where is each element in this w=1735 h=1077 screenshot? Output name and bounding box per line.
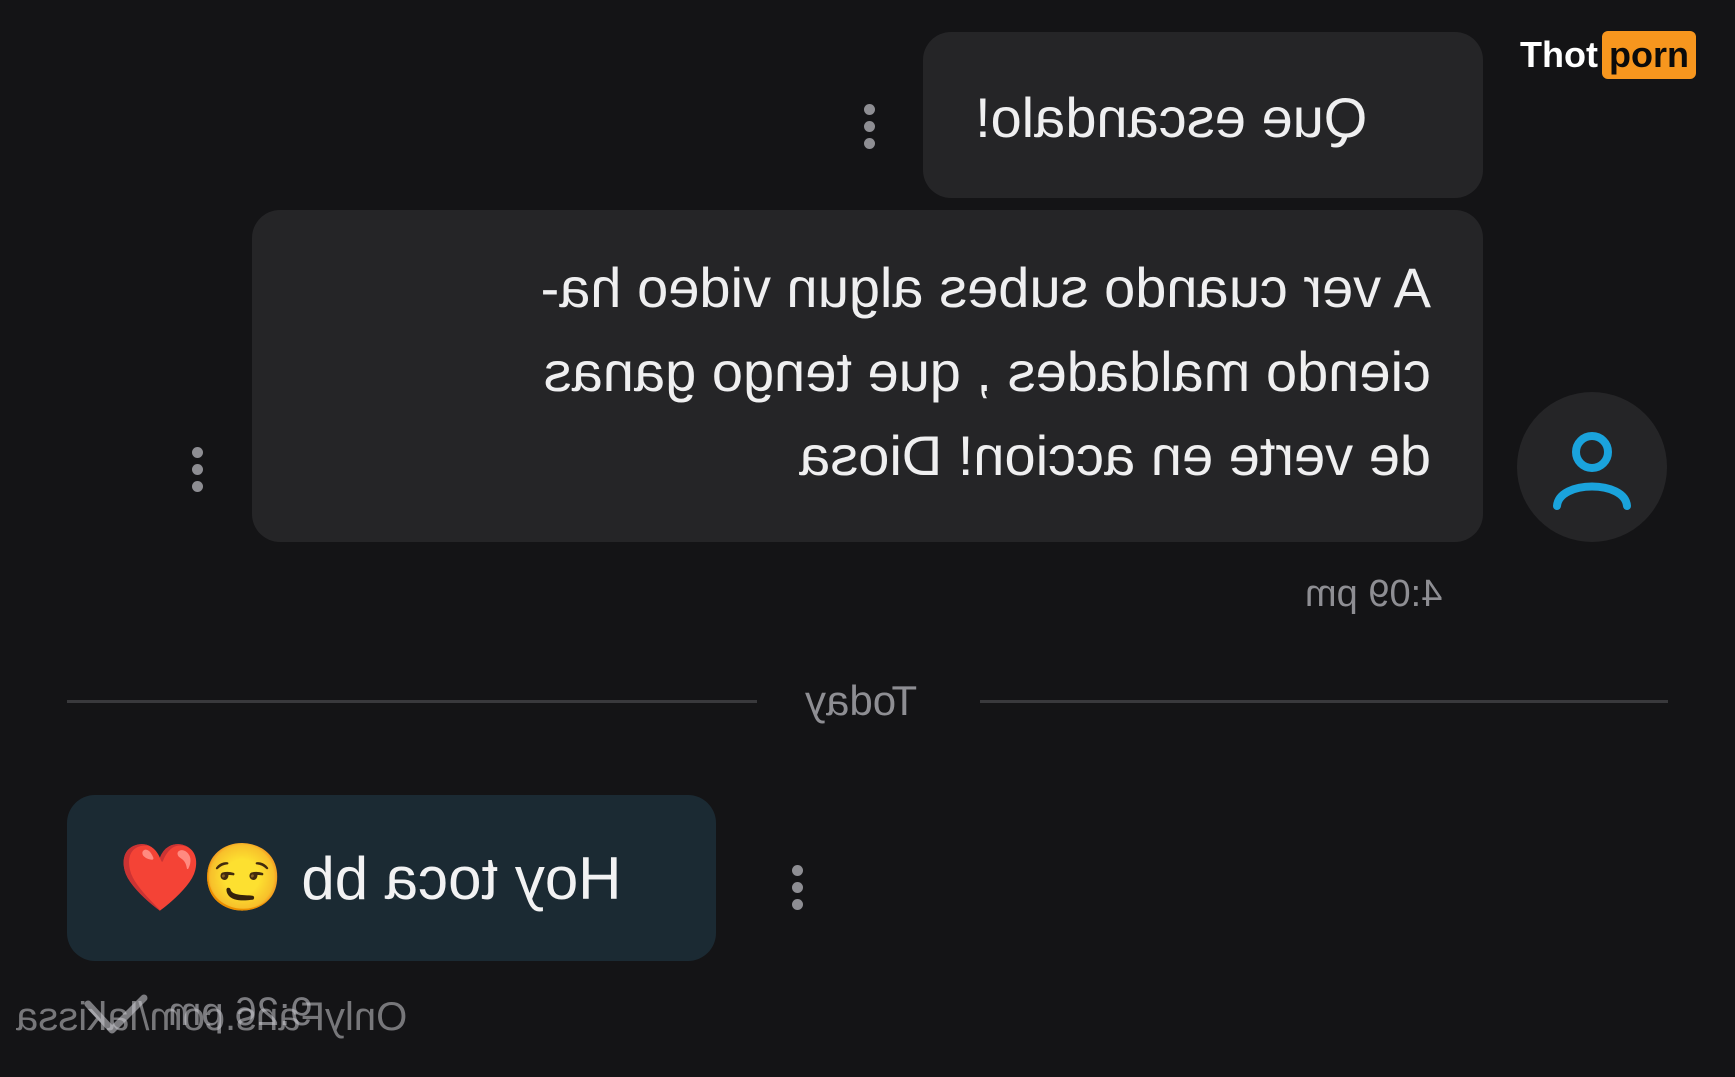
message-options-button[interactable] [862, 104, 876, 149]
message-text: Que escandalo! [975, 86, 1368, 149]
message-bubble-received: A ver cuando subes algun video ha- ciend… [252, 210, 1483, 542]
message-text: A ver cuando subes algun video ha- ciend… [540, 256, 1431, 487]
watermark-logo-part2: porn [1601, 31, 1696, 79]
avatar[interactable] [1517, 392, 1667, 542]
user-icon [1553, 432, 1631, 510]
watermark-logo-part1: Thot [1520, 34, 1598, 75]
message-timestamp: 4:09 pm [1305, 573, 1443, 615]
message-options-button[interactable] [190, 447, 204, 492]
message-options-button[interactable] [790, 865, 804, 910]
date-divider-line-left [67, 700, 757, 703]
watermark-logo: Thot porn [1520, 30, 1696, 80]
date-divider-line-right [980, 700, 1668, 703]
date-separator: Today [805, 677, 918, 724]
footer-watermark: OnlyFans.com/lakissa [16, 995, 408, 1039]
message-text: Hoy toca bb [301, 844, 622, 912]
message-bubble-sent: Hoy toca bb 😏❤️ [67, 795, 716, 961]
message-bubble-received: Que escandalo! [923, 32, 1483, 198]
emoji: 😏❤️ [119, 840, 284, 914]
